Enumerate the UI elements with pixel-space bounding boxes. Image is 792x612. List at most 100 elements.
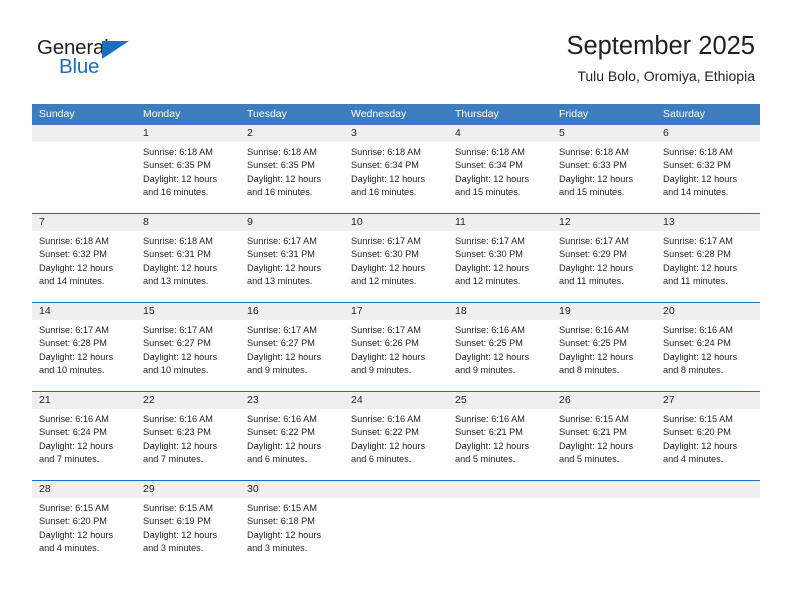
sunset-time: Sunset: 6:27 PM	[247, 338, 315, 349]
day-number	[448, 481, 552, 498]
day-details: Sunrise: 6:16 AM Sunset: 6:25 PM Daylight:…	[552, 320, 656, 378]
calendar-day-cell[interactable]: 17 Sunrise: 6:17 AM Sunset: 6:26 PM Dayligh…	[344, 303, 448, 391]
calendar-day-cell[interactable]: 4 Sunrise: 6:18 AM Sunset: 6:34 PM Daylight…	[448, 125, 552, 213]
calendar-week-days: 14 Sunrise: 6:17 AM Sunset: 6:28 PM Dayligh…	[32, 303, 760, 391]
calendar-day-cell[interactable]: 29 Sunrise: 6:15 AM Sunset: 6:19 PM Dayligh…	[136, 481, 240, 569]
day-details: Sunrise: 6:15 AM Sunset: 6:18 PM Daylight:…	[240, 498, 344, 556]
daylight-duration-line1: Daylight: 12 hours	[663, 262, 738, 273]
calendar-day-cell[interactable]: 24 Sunrise: 6:16 AM Sunset: 6:22 PM Dayligh…	[344, 392, 448, 480]
calendar-day-cell[interactable]: 3 Sunrise: 6:18 AM Sunset: 6:34 PM Daylight…	[344, 125, 448, 213]
calendar-day-cell-empty	[656, 481, 760, 569]
calendar-day-cell[interactable]: 11 Sunrise: 6:17 AM Sunset: 6:30 PM Dayligh…	[448, 214, 552, 302]
calendar-grid: Sunday Monday Tuesday Wednesday Thursday Frid…	[32, 104, 760, 569]
calendar-day-cell-empty	[344, 481, 448, 569]
calendar-day-cell[interactable]: 8 Sunrise: 6:18 AM Sunset: 6:31 PM Daylight…	[136, 214, 240, 302]
calendar-day-cell[interactable]: 12 Sunrise: 6:17 AM Sunset: 6:29 PM Dayligh…	[552, 214, 656, 302]
daylight-duration-line1: Daylight: 12 hours	[39, 440, 114, 451]
general-blue-logo[interactable]: General Blue	[37, 37, 157, 86]
day-number: 10	[344, 214, 448, 231]
sunset-time: Sunset: 6:21 PM	[455, 427, 523, 438]
day-details: Sunrise: 6:18 AM Sunset: 6:32 PM Daylight:…	[32, 231, 136, 289]
calendar-week-row: 28 Sunrise: 6:15 AM Sunset: 6:20 PM Dayligh…	[32, 480, 760, 569]
day-details: Sunrise: 6:15 AM Sunset: 6:20 PM Daylight:…	[32, 498, 136, 556]
sunrise-time: Sunrise: 6:18 AM	[247, 147, 317, 157]
daylight-duration-line2: and 8 minutes.	[663, 365, 724, 376]
day-details: Sunrise: 6:17 AM Sunset: 6:27 PM Daylight:…	[240, 320, 344, 378]
calendar-day-cell[interactable]: 6 Sunrise: 6:18 AM Sunset: 6:32 PM Daylight…	[656, 125, 760, 213]
sunrise-time: Sunrise: 6:16 AM	[247, 414, 317, 424]
daylight-duration-line2: and 11 minutes.	[663, 276, 728, 287]
calendar-day-cell[interactable]: 14 Sunrise: 6:17 AM Sunset: 6:28 PM Dayligh…	[32, 303, 136, 391]
calendar-day-cell[interactable]: 27 Sunrise: 6:15 AM Sunset: 6:20 PM Dayligh…	[656, 392, 760, 480]
daylight-duration-line2: and 14 minutes.	[39, 276, 105, 287]
sunrise-time: Sunrise: 6:17 AM	[351, 236, 421, 246]
sunset-time: Sunset: 6:27 PM	[143, 338, 211, 349]
sunrise-time: Sunrise: 6:16 AM	[559, 325, 629, 335]
calendar-day-cell[interactable]: 9 Sunrise: 6:17 AM Sunset: 6:31 PM Daylight…	[240, 214, 344, 302]
daylight-duration-line2: and 9 minutes.	[351, 365, 412, 376]
sunset-time: Sunset: 6:30 PM	[351, 249, 419, 260]
day-number: 23	[240, 392, 344, 409]
daylight-duration-line2: and 13 minutes.	[247, 276, 313, 287]
day-number: 28	[32, 481, 136, 498]
calendar-day-cell[interactable]: 13 Sunrise: 6:17 AM Sunset: 6:28 PM Dayligh…	[656, 214, 760, 302]
title-block: September 2025 Tulu Bolo, Oromiya, Ethio…	[566, 32, 755, 84]
daylight-duration-line1: Daylight: 12 hours	[351, 262, 426, 273]
day-number: 21	[32, 392, 136, 409]
sunset-time: Sunset: 6:23 PM	[143, 427, 211, 438]
page-title: September 2025	[566, 32, 755, 60]
sunset-time: Sunset: 6:22 PM	[351, 427, 419, 438]
calendar-day-cell[interactable]: 7 Sunrise: 6:18 AM Sunset: 6:32 PM Daylight…	[32, 214, 136, 302]
daylight-duration-line1: Daylight: 12 hours	[351, 440, 426, 451]
sunset-time: Sunset: 6:26 PM	[351, 338, 419, 349]
sunrise-time: Sunrise: 6:18 AM	[143, 147, 213, 157]
sunrise-time: Sunrise: 6:17 AM	[247, 325, 317, 335]
sunset-time: Sunset: 6:34 PM	[455, 160, 523, 171]
day-details: Sunrise: 6:18 AM Sunset: 6:32 PM Daylight:…	[656, 142, 760, 200]
day-number	[552, 481, 656, 498]
sunrise-time: Sunrise: 6:16 AM	[455, 414, 525, 424]
calendar-day-cell[interactable]: 23 Sunrise: 6:16 AM Sunset: 6:22 PM Dayligh…	[240, 392, 344, 480]
day-details: Sunrise: 6:18 AM Sunset: 6:31 PM Daylight:…	[136, 231, 240, 289]
day-details: Sunrise: 6:17 AM Sunset: 6:31 PM Daylight:…	[240, 231, 344, 289]
day-details: Sunrise: 6:15 AM Sunset: 6:20 PM Daylight:…	[656, 409, 760, 467]
daylight-duration-line1: Daylight: 12 hours	[559, 440, 634, 451]
day-number	[32, 125, 136, 142]
calendar-day-cell[interactable]: 1 Sunrise: 6:18 AM Sunset: 6:35 PM Daylight…	[136, 125, 240, 213]
calendar-day-cell[interactable]: 26 Sunrise: 6:15 AM Sunset: 6:21 PM Dayligh…	[552, 392, 656, 480]
calendar-day-cell[interactable]: 10 Sunrise: 6:17 AM Sunset: 6:30 PM Dayligh…	[344, 214, 448, 302]
daylight-duration-line1: Daylight: 12 hours	[455, 262, 530, 273]
sunset-time: Sunset: 6:21 PM	[559, 427, 627, 438]
day-number: 25	[448, 392, 552, 409]
sunrise-time: Sunrise: 6:18 AM	[559, 147, 629, 157]
calendar-week-days: 7 Sunrise: 6:18 AM Sunset: 6:32 PM Daylight…	[32, 214, 760, 302]
logo-word-blue: Blue	[59, 55, 100, 78]
sunrise-time: Sunrise: 6:18 AM	[663, 147, 733, 157]
calendar-day-cell[interactable]: 21 Sunrise: 6:16 AM Sunset: 6:24 PM Dayligh…	[32, 392, 136, 480]
daylight-duration-line2: and 12 minutes.	[351, 276, 417, 287]
calendar-day-cell[interactable]: 28 Sunrise: 6:15 AM Sunset: 6:20 PM Dayligh…	[32, 481, 136, 569]
calendar-day-cell[interactable]: 20 Sunrise: 6:16 AM Sunset: 6:24 PM Dayligh…	[656, 303, 760, 391]
daylight-duration-line1: Daylight: 12 hours	[143, 262, 218, 273]
calendar-day-cell[interactable]: 30 Sunrise: 6:15 AM Sunset: 6:18 PM Dayligh…	[240, 481, 344, 569]
day-details: Sunrise: 6:17 AM Sunset: 6:27 PM Daylight:…	[136, 320, 240, 378]
calendar-day-cell[interactable]: 19 Sunrise: 6:16 AM Sunset: 6:25 PM Dayligh…	[552, 303, 656, 391]
daylight-duration-line1: Daylight: 12 hours	[559, 262, 634, 273]
daylight-duration-line2: and 8 minutes.	[559, 365, 620, 376]
calendar-day-cell[interactable]: 16 Sunrise: 6:17 AM Sunset: 6:27 PM Dayligh…	[240, 303, 344, 391]
calendar-day-cell[interactable]: 2 Sunrise: 6:18 AM Sunset: 6:35 PM Daylight…	[240, 125, 344, 213]
calendar-week-days: 21 Sunrise: 6:16 AM Sunset: 6:24 PM Dayligh…	[32, 392, 760, 480]
calendar-day-cell[interactable]: 22 Sunrise: 6:16 AM Sunset: 6:23 PM Dayligh…	[136, 392, 240, 480]
day-number: 22	[136, 392, 240, 409]
sunset-time: Sunset: 6:31 PM	[247, 249, 315, 260]
calendar-day-cell[interactable]: 5 Sunrise: 6:18 AM Sunset: 6:33 PM Daylight…	[552, 125, 656, 213]
calendar-day-cell[interactable]: 15 Sunrise: 6:17 AM Sunset: 6:27 PM Dayligh…	[136, 303, 240, 391]
calendar-day-cell[interactable]: 18 Sunrise: 6:16 AM Sunset: 6:25 PM Dayligh…	[448, 303, 552, 391]
calendar-week-row: 7 Sunrise: 6:18 AM Sunset: 6:32 PM Daylight…	[32, 213, 760, 302]
daylight-duration-line2: and 10 minutes.	[39, 365, 105, 376]
calendar-day-cell[interactable]: 25 Sunrise: 6:16 AM Sunset: 6:21 PM Dayligh…	[448, 392, 552, 480]
daylight-duration-line2: and 10 minutes.	[143, 365, 209, 376]
day-number: 5	[552, 125, 656, 142]
day-details: Sunrise: 6:17 AM Sunset: 6:26 PM Daylight:…	[344, 320, 448, 378]
daylight-duration-line1: Daylight: 12 hours	[351, 351, 426, 362]
